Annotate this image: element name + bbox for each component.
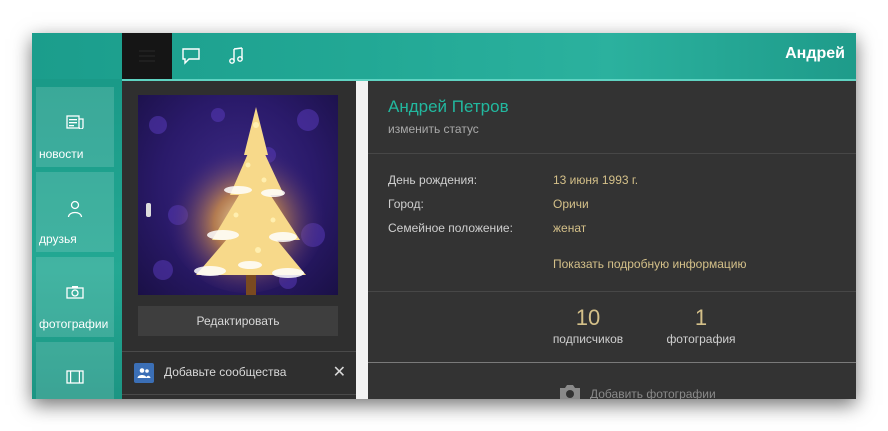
- profile-column: Редактировать Добавьте сообщества ✕: [122, 81, 356, 399]
- nav-item-photos[interactable]: фотографии: [36, 257, 114, 337]
- camera-icon: [558, 383, 582, 399]
- profile-full-name: Андрей Петров: [388, 97, 509, 116]
- communities-icon: [134, 363, 154, 383]
- city-value[interactable]: Оричи: [553, 197, 589, 211]
- scroll-handle[interactable]: [146, 203, 151, 217]
- divider: [368, 362, 856, 363]
- nav-label: фотографии: [39, 317, 109, 331]
- birthday-value[interactable]: 13 июня 1993 г.: [553, 173, 638, 187]
- christmas-tree-photo: [149, 107, 326, 295]
- music-note-icon[interactable]: [225, 45, 247, 67]
- nav-item-friends[interactable]: друзья: [36, 172, 114, 252]
- followers-label[interactable]: подписчиков: [538, 332, 638, 346]
- add-photos-label: Добавить фотографии: [590, 386, 716, 400]
- change-status-link[interactable]: изменить статус: [388, 122, 479, 136]
- nav-label: новости: [39, 147, 84, 161]
- camera-icon: [36, 285, 114, 305]
- menu-icon[interactable]: [136, 45, 158, 67]
- birthday-label: День рождения:: [388, 173, 478, 187]
- nav-label: друзья: [39, 232, 77, 246]
- city-label: Город:: [388, 197, 424, 211]
- chat-icon[interactable]: [180, 45, 202, 67]
- top-bar: Андрей: [32, 33, 856, 79]
- left-nav: новости друзья фотографии: [32, 79, 122, 399]
- family-status-value[interactable]: женат: [553, 221, 586, 235]
- nav-item-news[interactable]: новости: [36, 87, 114, 167]
- menu-slot[interactable]: [122, 33, 172, 79]
- film-icon: [36, 370, 114, 390]
- edit-profile-button[interactable]: Редактировать: [138, 306, 338, 336]
- app-window: Андрей новости друзья фотографии Редакти…: [32, 33, 856, 399]
- close-icon[interactable]: ✕: [333, 362, 346, 382]
- followers-count[interactable]: 10: [573, 305, 603, 331]
- nav-item-videos[interactable]: [36, 342, 114, 399]
- divider: [368, 153, 856, 154]
- user-name[interactable]: Андрей: [785, 45, 845, 63]
- photos-label[interactable]: фотография: [651, 332, 751, 346]
- person-icon: [36, 200, 114, 220]
- add-communities-banner[interactable]: Добавьте сообщества ✕: [122, 351, 356, 395]
- avatar[interactable]: [138, 95, 338, 295]
- add-communities-text: Добавьте сообщества: [164, 365, 287, 379]
- show-more-info-link[interactable]: Показать подробную информацию: [553, 257, 747, 271]
- profile-info-panel: Андрей Петров изменить статус День рожде…: [368, 81, 856, 399]
- photos-count[interactable]: 1: [686, 305, 716, 331]
- news-icon: [36, 115, 114, 135]
- column-divider: [356, 81, 368, 399]
- divider: [368, 291, 856, 292]
- family-status-label: Семейное положение:: [388, 221, 513, 235]
- add-photos-button[interactable]: Добавить фотографии: [558, 383, 716, 399]
